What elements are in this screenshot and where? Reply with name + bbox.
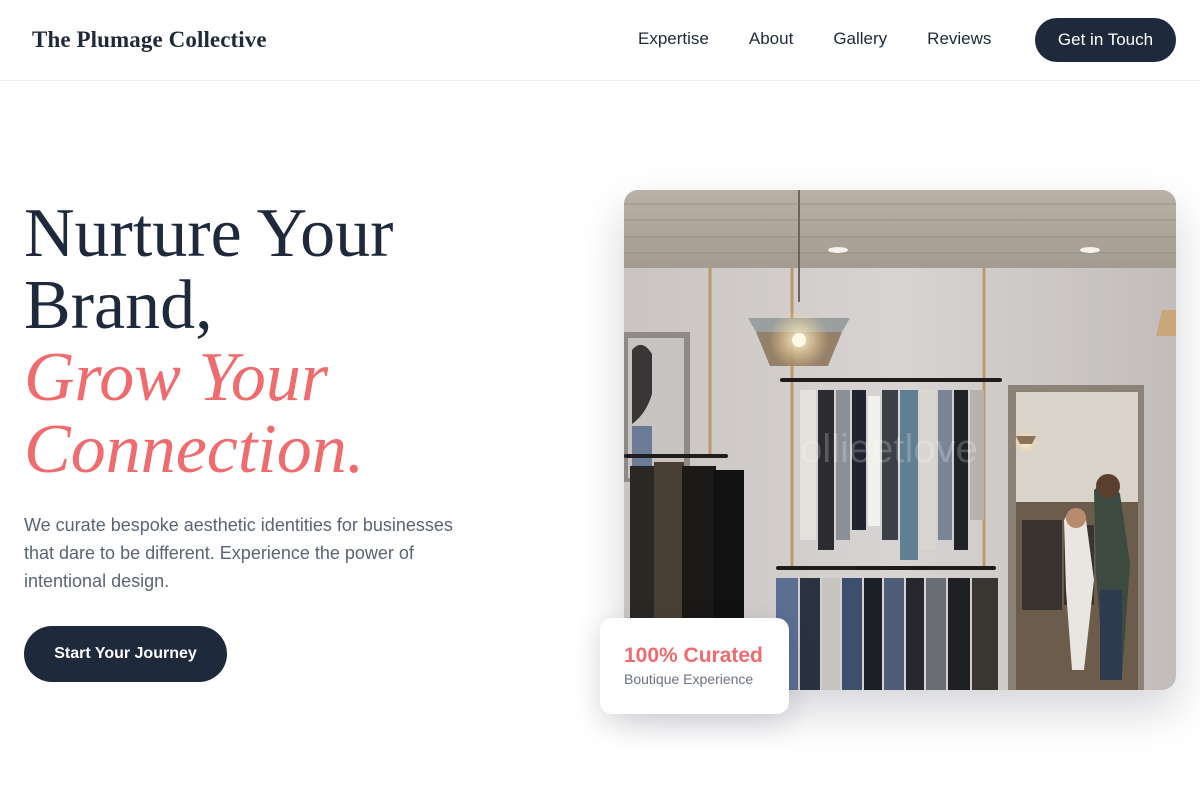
main-nav: Expertise About Gallery Reviews — [638, 29, 991, 49]
get-in-touch-button[interactable]: Get in Touch — [1035, 18, 1176, 62]
badge-title: 100% Curated — [624, 644, 763, 667]
headline-accent-line-2: Connection. — [24, 411, 365, 488]
headline-line-1: Nurture Your — [24, 195, 394, 272]
curated-badge: 100% Curated Boutique Experience — [600, 618, 789, 714]
headline-accent-line-1: Grow Your — [24, 339, 329, 416]
brand-logo[interactable]: The Plumage Collective — [32, 27, 267, 53]
photo-watermark: ollieetlove — [800, 427, 978, 471]
boutique-photo: ollieetlove — [624, 190, 1176, 690]
headline-line-2: Brand, — [24, 267, 213, 344]
start-journey-button[interactable]: Start Your Journey — [24, 626, 227, 682]
badge-subtitle: Boutique Experience — [624, 671, 754, 687]
hero-headline: Nurture Your Brand, Grow Your Connection… — [24, 198, 393, 486]
nav-link-reviews[interactable]: Reviews — [927, 29, 991, 49]
nav-link-about[interactable]: About — [749, 29, 793, 49]
nav-link-expertise[interactable]: Expertise — [638, 29, 709, 49]
hero-description: We curate bespoke aesthetic identities f… — [24, 515, 453, 591]
nav-link-gallery[interactable]: Gallery — [833, 29, 887, 49]
site-header: The Plumage Collective Expertise About G… — [0, 0, 1200, 81]
